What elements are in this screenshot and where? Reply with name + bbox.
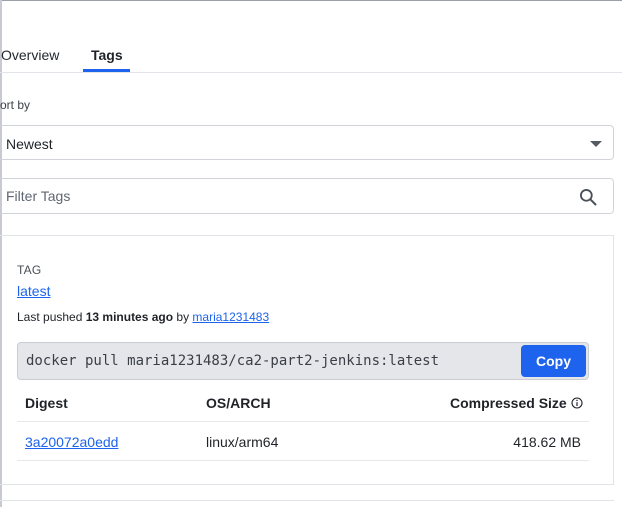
pull-command-box: docker pull maria1231483/ca2-part2-jenki… — [17, 342, 589, 380]
table-row: 3a20072a0edd linux/arm64 418.62 MB — [17, 422, 589, 461]
window-top-border — [0, 0, 622, 1]
last-pushed-time: 13 minutes ago — [85, 310, 174, 324]
os-arch-value: linux/arm64 — [206, 434, 279, 450]
sort-select[interactable]: Newest — [0, 125, 614, 160]
pushed-by-user-link[interactable]: maria1231483 — [192, 310, 269, 324]
last-pushed-info: Last pushed 13 minutes ago by maria12314… — [17, 310, 269, 324]
sort-selected-value: Newest — [6, 136, 53, 152]
tag-heading: TAG — [17, 263, 42, 277]
compressed-size-label: Compressed Size — [450, 395, 567, 411]
chevron-down-icon — [590, 141, 602, 147]
sort-by-label: ort by — [0, 98, 31, 112]
copy-button[interactable]: Copy — [521, 345, 586, 377]
filter-tags-field[interactable] — [0, 178, 614, 214]
tag-card: TAG latest Last pushed 13 minutes ago by… — [0, 235, 614, 485]
repository-tabs: Overview Tags — [0, 40, 622, 73]
digest-link[interactable]: 3a20072a0edd — [25, 434, 118, 450]
tab-tags[interactable]: Tags — [91, 47, 123, 63]
last-pushed-by: by — [173, 310, 193, 324]
last-pushed-prefix: Last pushed — [17, 310, 86, 324]
next-tag-card — [0, 500, 614, 521]
info-icon[interactable] — [571, 397, 583, 409]
pull-command-text: docker pull maria1231483/ca2-part2-jenki… — [26, 353, 440, 369]
column-header-compressed-size: Compressed Size — [450, 395, 583, 411]
compressed-size-value: 418.62 MB — [513, 434, 581, 450]
filter-tags-input[interactable] — [6, 185, 566, 207]
tag-name-link[interactable]: latest — [17, 283, 50, 299]
column-header-os-arch: OS/ARCH — [206, 395, 271, 411]
tab-overview[interactable]: Overview — [1, 47, 59, 63]
search-icon[interactable] — [578, 187, 598, 207]
column-header-digest: Digest — [25, 395, 68, 411]
active-tab-indicator — [83, 69, 130, 72]
